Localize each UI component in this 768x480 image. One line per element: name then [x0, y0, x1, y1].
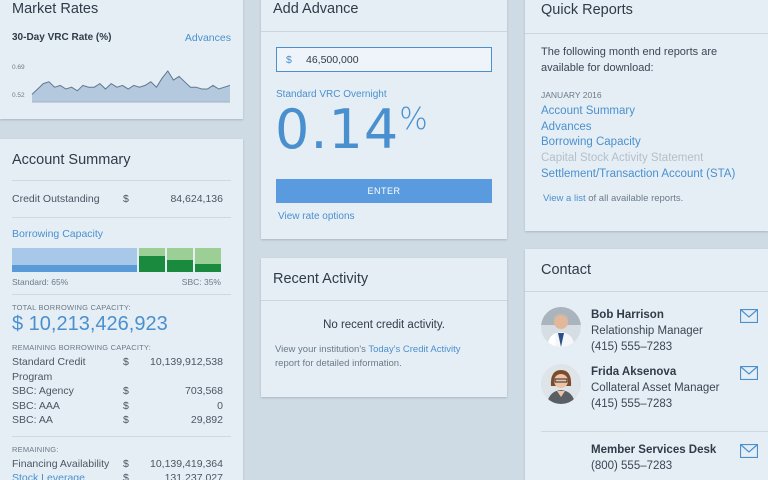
- currency-symbol: $: [123, 385, 129, 397]
- remaining-capacity-list: Standard Credit Program $10,139,912,538 SB…: [0, 355, 243, 428]
- report-link[interactable]: Borrowing Capacity: [541, 135, 752, 151]
- market-rates-title: Market Rates: [12, 1, 99, 17]
- contact-card: Contact Bob Harrison Relationship Manage…: [525, 249, 768, 480]
- contact-role: Relationship Manager: [591, 325, 703, 337]
- amount-currency: $: [286, 53, 292, 66]
- quick-reports-title: Quick Reports: [525, 0, 768, 34]
- todays-credit-activity-link[interactable]: Today's Credit Activity: [368, 344, 460, 355]
- report-list: Account Summary Advances Borrowing Capacit…: [525, 104, 768, 183]
- note-prefix: View your institution's: [275, 344, 369, 355]
- line-item-label: Standard Credit Program: [12, 356, 86, 383]
- capacity-bar-sbc: [139, 248, 222, 273]
- credit-outstanding-value: 84,624,136: [170, 193, 223, 205]
- report-link[interactable]: Account Summary: [541, 104, 752, 120]
- line-item-value: 10,139,912,538: [150, 356, 223, 368]
- credit-outstanding-row: Credit Outstanding $ 84,624,136: [0, 193, 243, 205]
- currency-symbol: $: [123, 472, 129, 480]
- capacity-bar-sbc-aa: [195, 248, 222, 273]
- contact-member-services: Member Services Desk (800) 555–7283: [541, 442, 758, 474]
- avatar: [541, 364, 581, 404]
- credit-outstanding-label: Credit Outstanding: [12, 193, 100, 205]
- total-capacity-label: TOTAL BORROWING CAPACITY:: [12, 303, 131, 312]
- remaining-capacity-row: Standard Credit Program $10,139,912,538: [0, 355, 243, 384]
- line-item-value: 131,237,027: [164, 472, 223, 480]
- note-suffix: report for detailed information.: [275, 358, 402, 369]
- currency-symbol: $: [123, 414, 129, 426]
- remaining-label: REMAINING:: [12, 444, 59, 454]
- recent-activity-card: Recent Activity No recent credit activit…: [261, 258, 507, 397]
- report-link[interactable]: Advances: [541, 120, 752, 136]
- avatar: [541, 307, 581, 347]
- add-advance-card: Add Advance $ 46,500,000 Standard VRC Ov…: [261, 0, 507, 239]
- line-item-value: 10,139,419,364: [150, 457, 223, 470]
- remaining-capacity-label: REMAINING BORROWING CAPACITY:: [12, 343, 152, 352]
- view-list-link[interactable]: View a list: [543, 193, 586, 204]
- quick-reports-card: Quick Reports The following month end re…: [525, 0, 768, 231]
- view-rate-options-link[interactable]: View rate options: [278, 211, 355, 222]
- total-capacity-value: $ 10,213,426,923: [12, 313, 168, 335]
- advances-link[interactable]: Advances: [185, 32, 231, 44]
- mail-icon[interactable]: [740, 309, 758, 323]
- advance-rate-value: 0.14: [275, 98, 400, 161]
- currency-symbol: $: [123, 193, 129, 205]
- contact-bob-harrison: Bob Harrison Relationship Manager (415) …: [541, 307, 758, 355]
- line-item-label[interactable]: Stock Leverage: [12, 471, 123, 480]
- account-summary-title: Account Summary: [12, 152, 131, 168]
- account-summary-card: Account Summary Credit Outstanding $ 84,…: [0, 139, 243, 480]
- capacity-bar-sbc-agency: [139, 248, 166, 272]
- currency-symbol: $: [123, 457, 129, 470]
- currency-symbol: $: [123, 399, 129, 412]
- no-activity-message: No recent credit activity.: [323, 319, 445, 331]
- vrc-rate-chart: 0.69 0.52: [12, 58, 230, 106]
- sbc-pct-label: SBC: 35%: [181, 277, 221, 287]
- remaining-row: Financing Availability $10,139,419,364: [0, 457, 243, 472]
- contact-role: Collateral Asset Manager: [591, 382, 720, 394]
- remaining-capacity-row: SBC: Agency $703,568: [0, 384, 243, 399]
- remaining-capacity-row: SBC: AAA $0: [0, 399, 243, 414]
- line-item-label: SBC: Agency: [12, 385, 74, 397]
- borrowing-capacity-link[interactable]: Borrowing Capacity: [0, 218, 243, 240]
- contact-title: Contact: [525, 249, 768, 292]
- mail-icon[interactable]: [740, 444, 758, 458]
- contact-phone: (415) 555–7283: [591, 341, 673, 353]
- recent-activity-note: View your institution's Today's Credit A…: [261, 343, 507, 371]
- contact-name: Member Services Desk: [591, 444, 717, 456]
- line-item-label: SBC: AAA: [12, 399, 60, 412]
- line-item-value: 703,568: [185, 385, 223, 397]
- line-item-label: SBC: AA: [12, 414, 53, 426]
- reports-intro: The following month end reports are avai…: [541, 46, 718, 74]
- reports-month: JANUARY 2016: [541, 90, 602, 100]
- standard-pct-label: Standard: 65%: [12, 277, 69, 287]
- line-item-value: 0: [217, 399, 223, 412]
- contact-phone: (415) 555–7283: [591, 398, 673, 410]
- line-item-value: 29,892: [190, 414, 223, 426]
- add-advance-title: Add Advance: [261, 0, 507, 32]
- capacity-bar-sbc-aaa: [167, 248, 194, 272]
- contact-name: Bob Harrison: [591, 309, 664, 321]
- remaining-list: Financing Availability $10,139,419,364 Sto…: [0, 457, 243, 480]
- enter-button[interactable]: ENTER: [276, 179, 492, 203]
- contact-name: Frida Aksenova: [591, 366, 677, 378]
- view-list-suffix: of all available reports.: [585, 192, 684, 204]
- sparkline-svg: [31, 70, 230, 103]
- advance-amount-input[interactable]: $ 46,500,000: [276, 47, 492, 72]
- remaining-row: Stock Leverage $131,237,027: [0, 471, 243, 480]
- recent-activity-title: Recent Activity: [261, 258, 507, 301]
- capacity-bar: [12, 248, 222, 273]
- advance-rate-unit: %: [399, 102, 428, 137]
- contact-frida-aksenova: Frida Aksenova Collateral Asset Manager …: [541, 364, 758, 412]
- report-link: Capital Stock Activity Statement: [541, 152, 704, 165]
- view-all-reports: View a list of all available reports.: [525, 183, 768, 214]
- line-item-label: Financing Availability: [12, 457, 110, 470]
- currency-symbol: $: [123, 356, 129, 368]
- report-link[interactable]: Settlement/Transaction Account (STA): [541, 167, 752, 183]
- advance-rate: 0.14%: [275, 98, 428, 161]
- contact-phone: (800) 555–7283: [591, 460, 673, 472]
- capacity-bar-standard: [12, 248, 138, 272]
- market-rates-card: Market Rates 30-Day VRC Rate (%) Advance…: [0, 0, 243, 119]
- vrc-rate-label: 30-Day VRC Rate (%): [12, 32, 112, 43]
- mail-icon[interactable]: [740, 366, 758, 380]
- amount-value: 46,500,000: [306, 53, 359, 66]
- remaining-capacity-row: SBC: AA $29,892: [0, 413, 243, 428]
